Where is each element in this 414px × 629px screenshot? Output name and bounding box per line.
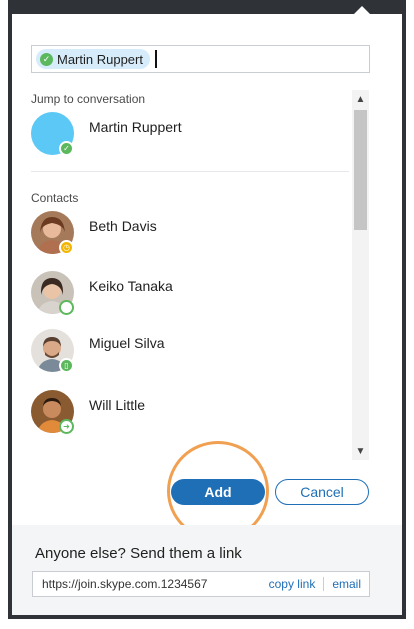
scroll-down-arrow-icon[interactable]: ▼ [352, 442, 369, 460]
offline-ring-icon [59, 300, 74, 315]
copy-link-button[interactable]: copy link [269, 577, 324, 591]
scroll-thumb[interactable] [354, 110, 367, 230]
contacts-section-label: Contacts [31, 191, 79, 205]
cancel-button[interactable]: Cancel [275, 479, 369, 505]
clock-icon: ◷ [59, 240, 74, 255]
scroll-up-arrow-icon[interactable]: ▲ [352, 90, 369, 108]
recipient-chip-label: Martin Ruppert [57, 51, 143, 67]
contacts-scrollbar[interactable]: ▲ ▼ [352, 90, 369, 460]
contact-name: Will Little [89, 397, 146, 413]
mobile-icon: ▯ [59, 358, 74, 373]
add-people-dialog: ✓ Martin Ruppert Jump to conversation ✓ … [0, 0, 414, 629]
jump-section-label: Jump to conversation [31, 92, 146, 106]
text-caret [154, 50, 157, 68]
available-status-icon: ✓ [40, 52, 53, 66]
available-status-icon: ✓ [59, 141, 74, 156]
dialog-pointer-notch [352, 6, 372, 16]
email-link-button[interactable]: email [332, 577, 369, 591]
jump-contact-name: Martin Ruppert [89, 119, 182, 135]
recipient-input[interactable]: ✓ Martin Ruppert [31, 45, 370, 73]
contact-name: Miguel Silva [89, 335, 165, 351]
link-separator [323, 577, 325, 591]
recipient-chip[interactable]: ✓ Martin Ruppert [36, 49, 150, 69]
share-link-title: Anyone else? Send them a link [35, 545, 242, 562]
dialog-top-bar [8, 0, 406, 14]
forward-arrow-icon: ➜ [59, 419, 74, 434]
contact-name: Keiko Tanaka [89, 278, 173, 294]
share-link-panel: Anyone else? Send them a link https://jo… [12, 525, 402, 615]
share-link-box: https://join.skype.com.1234567 copy link… [32, 571, 370, 597]
share-link-url[interactable]: https://join.skype.com.1234567 [33, 577, 269, 591]
section-divider [31, 171, 349, 172]
contact-name: Beth Davis [89, 218, 157, 234]
